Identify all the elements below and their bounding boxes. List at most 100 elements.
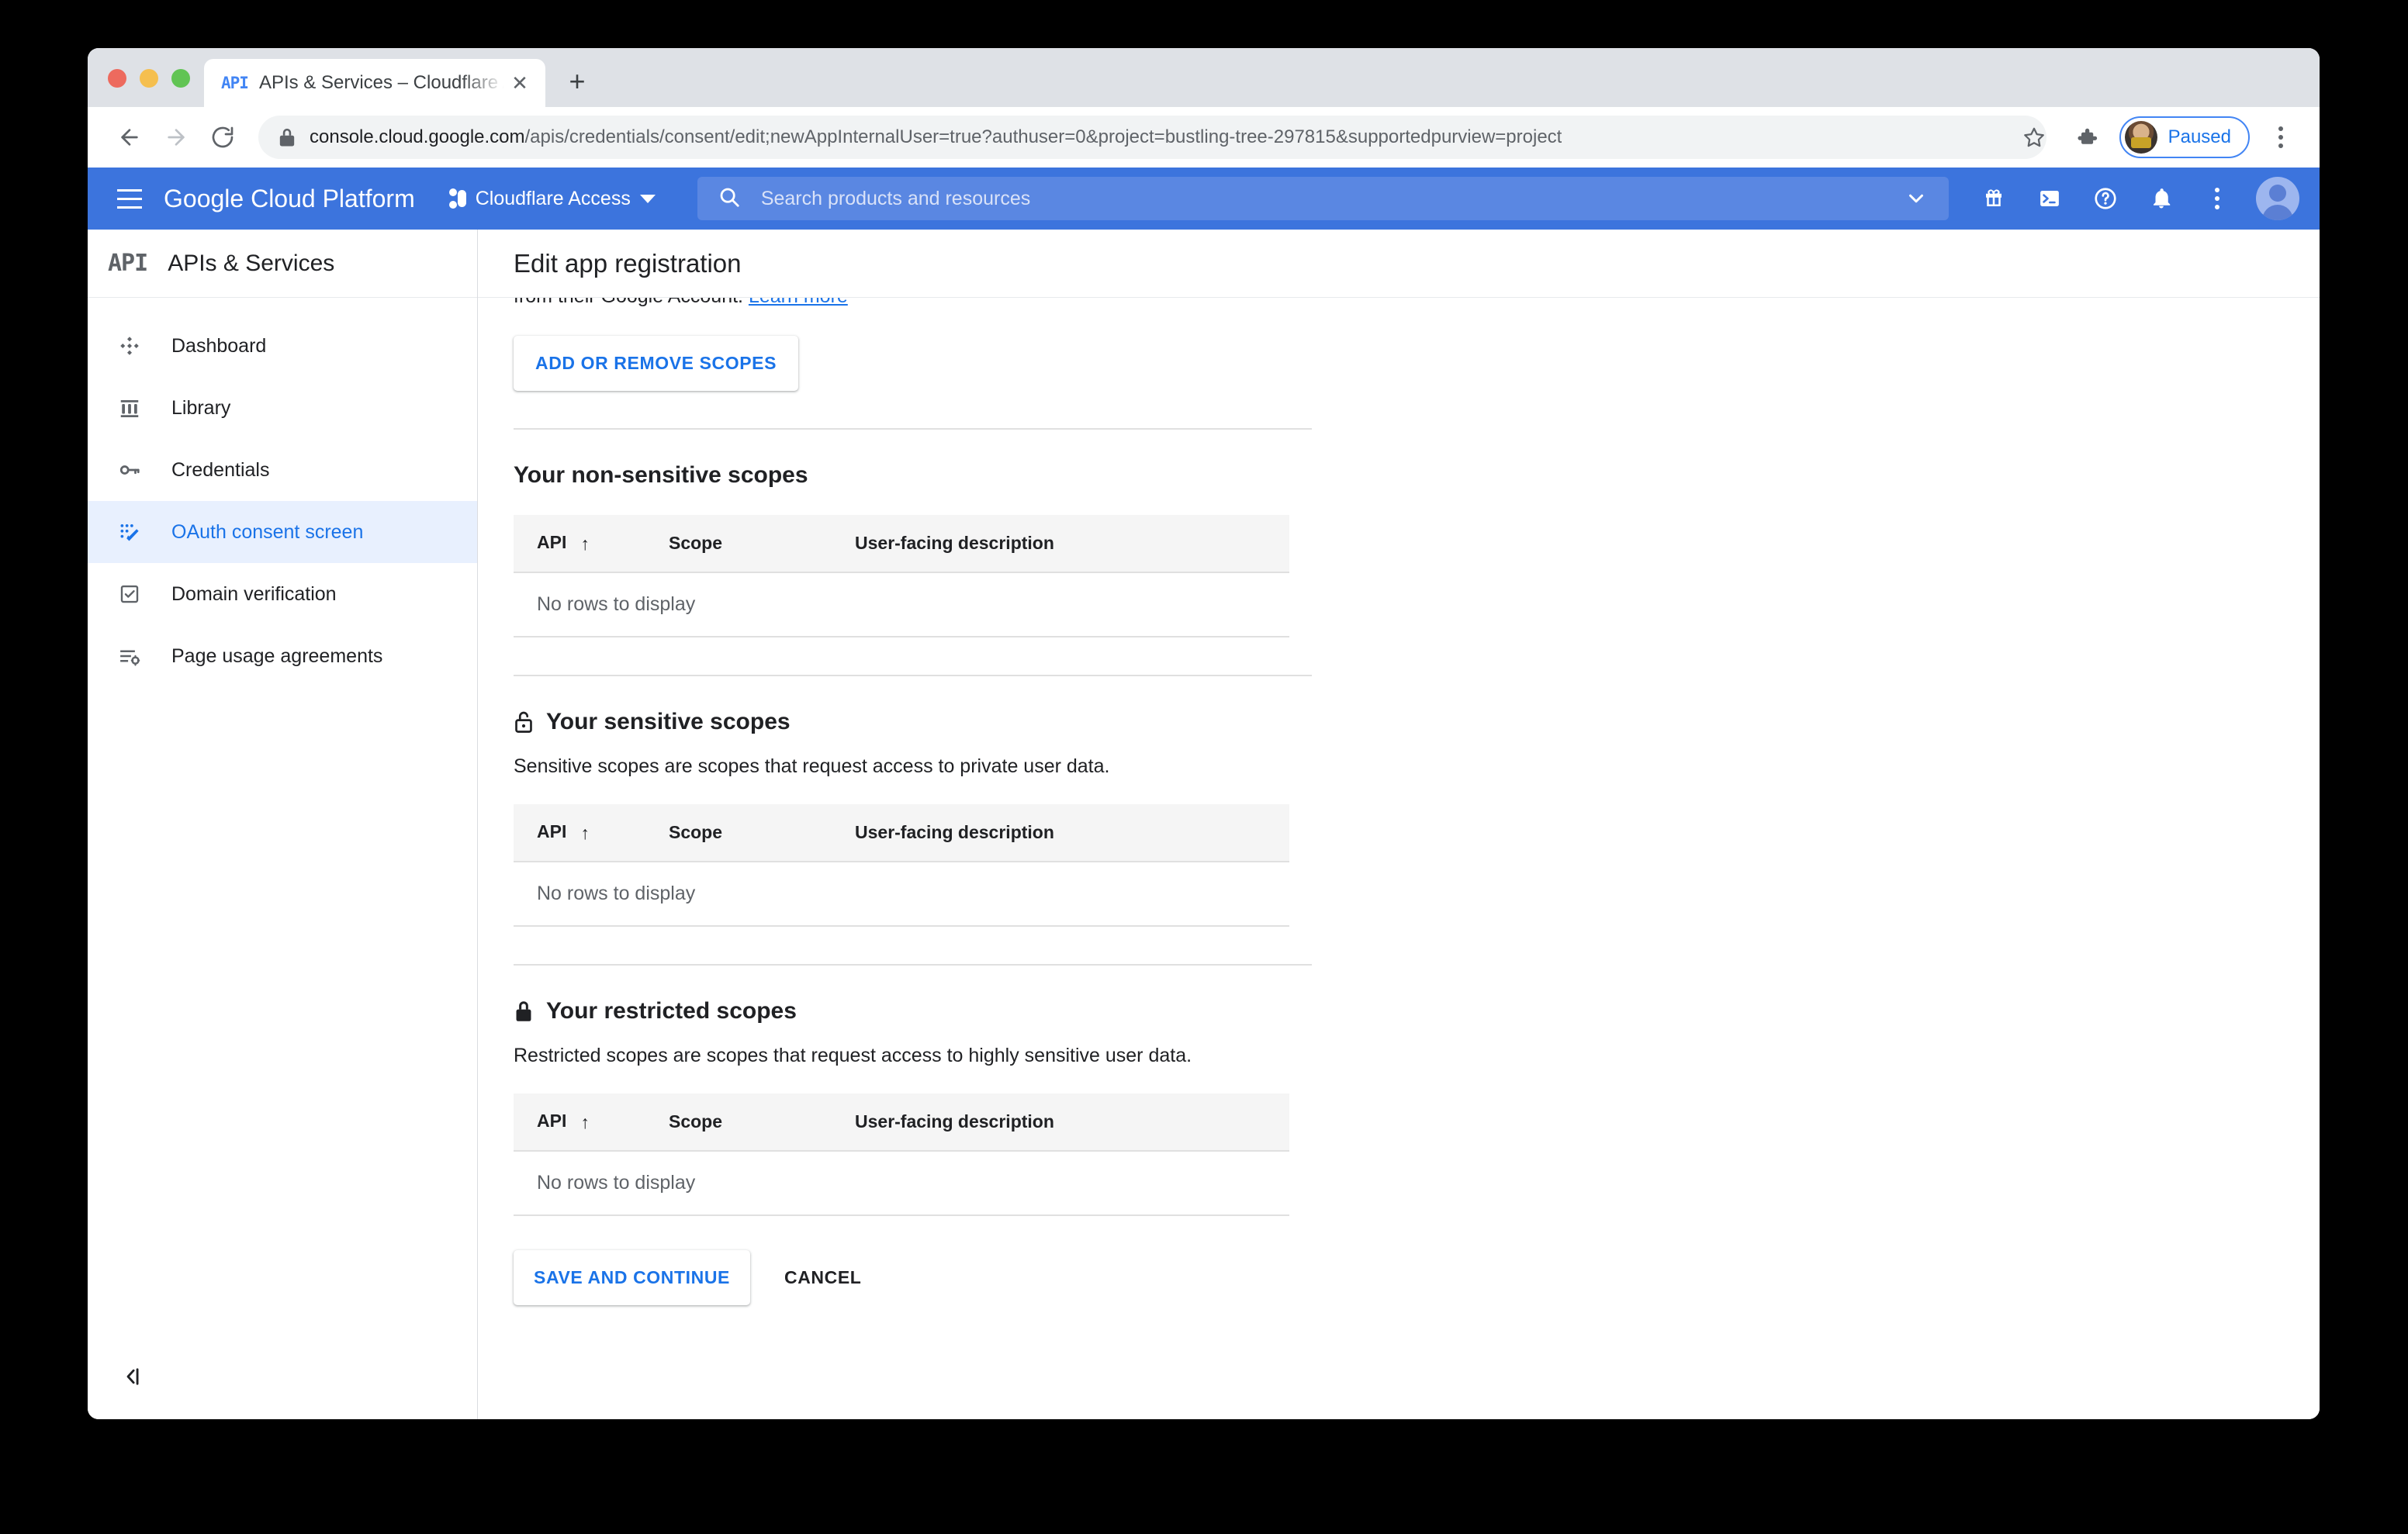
column-header-user-facing-description[interactable]: User-facing description: [855, 804, 1289, 862]
address-bar-url: console.cloud.google.com/apis/credential…: [310, 126, 1562, 148]
search-placeholder-text: Search products and resources: [760, 187, 1031, 209]
sort-ascending-icon[interactable]: ↑: [580, 1112, 590, 1133]
section-non-sensitive-scopes: Your non-sensitive scopes API ↑ Scope Use…: [514, 430, 2320, 637]
collapse-panel-icon[interactable]: [114, 1359, 150, 1394]
forward-arrow-icon: [154, 116, 198, 159]
sort-ascending-icon[interactable]: ↑: [580, 534, 590, 555]
project-selector[interactable]: Cloudflare Access: [441, 177, 663, 220]
maximize-window-button[interactable]: [171, 69, 190, 88]
help-question-icon[interactable]: [2088, 181, 2123, 216]
sidebar-item-credentials[interactable]: Credentials: [88, 439, 477, 501]
gift-icon[interactable]: [1977, 181, 2011, 216]
minimize-window-button[interactable]: [140, 69, 158, 88]
scroll-area[interactable]: from their Google Account. Learn more AD…: [478, 298, 2320, 1419]
table-header-row: API ↑ Scope User-facing description: [514, 515, 1289, 573]
column-header-api[interactable]: API ↑: [514, 1093, 669, 1152]
empty-message: No rows to display: [514, 862, 1289, 927]
table-empty-row: No rows to display: [514, 862, 1289, 927]
sidebar-nav: Dashboard Library Credentials OAuth cons…: [88, 298, 477, 1334]
add-or-remove-scopes-button[interactable]: ADD OR REMOVE SCOPES: [514, 336, 799, 391]
gcp-header-actions: [1977, 177, 2299, 220]
profile-paused-chip[interactable]: Paused: [2119, 116, 2250, 158]
sidebar-item-domain-verification[interactable]: Domain verification: [88, 563, 477, 625]
oauth-consent-icon: [114, 517, 145, 548]
section-heading-label: Your non-sensitive scopes: [514, 462, 808, 488]
column-header-api[interactable]: API ↑: [514, 804, 669, 862]
section-description: Restricted scopes are scopes that reques…: [514, 1045, 1192, 1066]
column-header-user-facing-description[interactable]: User-facing description: [855, 1093, 1289, 1152]
app-body: API APIs & Services Dashboard Library Cr…: [88, 230, 2320, 1419]
site-security-padlock-icon[interactable]: [279, 127, 296, 147]
learn-more-link[interactable]: Learn more: [749, 298, 848, 307]
gcp-more-menu-icon[interactable]: [2200, 181, 2234, 216]
close-window-button[interactable]: [108, 69, 126, 88]
sidebar-item-label: Domain verification: [171, 582, 337, 605]
notifications-bell-icon[interactable]: [2144, 181, 2178, 216]
description-fragment: from their Google Account.: [514, 298, 743, 307]
back-arrow-icon[interactable]: [108, 116, 151, 159]
empty-message: No rows to display: [514, 1151, 1289, 1216]
browser-tab[interactable]: API APIs & Services – Cloudflare Ac ✕: [204, 59, 545, 107]
sidebar-item-page-usage-agreements[interactable]: Page usage agreements: [88, 625, 477, 687]
section-description: Sensitive scopes are scopes that request…: [514, 755, 1110, 777]
sidebar-footer: [88, 1334, 477, 1419]
sidebar-header: API APIs & Services: [88, 230, 477, 298]
section-heading: Your sensitive scopes: [514, 709, 2320, 735]
gcp-brand-title[interactable]: Google Cloud Platform: [164, 185, 415, 213]
sidebar-item-dashboard[interactable]: Dashboard: [88, 315, 477, 377]
table-header-row: API ↑ Scope User-facing description: [514, 1093, 1289, 1152]
column-header-scope[interactable]: Scope: [669, 515, 855, 573]
unlocked-padlock-icon: [514, 710, 534, 734]
page-title: Edit app registration: [514, 248, 742, 278]
sort-ascending-icon[interactable]: ↑: [580, 823, 590, 844]
page-usage-icon: [114, 641, 145, 672]
section-heading: Your restricted scopes: [514, 998, 2320, 1024]
address-bar[interactable]: console.cloud.google.com/apis/credential…: [258, 116, 2046, 159]
column-header-scope[interactable]: Scope: [669, 1093, 855, 1152]
new-tab-button[interactable]: +: [556, 60, 598, 102]
account-avatar-icon[interactable]: [2256, 177, 2299, 220]
hamburger-menu-icon[interactable]: [106, 175, 153, 222]
column-header-api[interactable]: API ↑: [514, 515, 669, 573]
save-and-continue-button[interactable]: SAVE AND CONTINUE: [514, 1250, 750, 1305]
sidebar-item-library[interactable]: Library: [88, 377, 477, 439]
tab-favicon-icon: API: [221, 74, 249, 92]
table-empty-row: No rows to display: [514, 572, 1289, 637]
table-header-row: API ↑ Scope User-facing description: [514, 804, 1289, 862]
empty-message: No rows to display: [514, 572, 1289, 637]
sidebar-product-title: APIs & Services: [168, 250, 335, 276]
star-icon[interactable]: [2014, 117, 2054, 157]
close-tab-icon[interactable]: ✕: [507, 70, 533, 96]
section-heading-label: Your sensitive scopes: [546, 709, 791, 734]
browser-menu-icon[interactable]: [2261, 117, 2301, 157]
profile-status-label: Paused: [2168, 126, 2231, 147]
cancel-button[interactable]: CANCEL: [764, 1250, 881, 1305]
search-expand-chevron-down-icon[interactable]: [1896, 178, 1936, 219]
sidebar-item-label: OAuth consent screen: [171, 520, 364, 543]
section-heading-label: Your restricted scopes: [546, 998, 797, 1024]
content-header: Edit app registration: [478, 230, 2320, 298]
window-traffic-lights: [108, 69, 190, 88]
checkbox-icon: [114, 579, 145, 610]
browser-window: API APIs & Services – Cloudflare Ac ✕ + …: [88, 48, 2320, 1419]
form-actions: SAVE AND CONTINUE CANCEL: [514, 1250, 2320, 1305]
table-empty-row: No rows to display: [514, 1151, 1289, 1216]
search-icon: [718, 185, 741, 212]
cloud-shell-terminal-icon[interactable]: [2033, 181, 2067, 216]
sidebar-item-label: Dashboard: [171, 334, 267, 357]
browser-toolbar: console.cloud.google.com/apis/credential…: [88, 107, 2320, 168]
avatar: [2124, 121, 2157, 154]
puzzle-piece-icon[interactable]: [2067, 117, 2107, 157]
restricted-scopes-table: API ↑ Scope User-facing description No ro…: [514, 1093, 1289, 1216]
reload-icon[interactable]: [201, 116, 244, 159]
search-input[interactable]: Search products and resources: [697, 177, 1949, 220]
project-name-label: Cloudflare Access: [475, 187, 631, 209]
content-area: Edit app registration from their Google …: [478, 230, 2320, 1419]
sidebar-item-oauth-consent-screen[interactable]: OAuth consent screen: [88, 501, 477, 563]
tab-title: APIs & Services – Cloudflare Ac: [258, 72, 507, 93]
column-header-user-facing-description[interactable]: User-facing description: [855, 515, 1289, 573]
non-sensitive-scopes-table: API ↑ Scope User-facing description No ro…: [514, 515, 1289, 637]
api-product-icon: API: [108, 250, 148, 277]
column-header-scope[interactable]: Scope: [669, 804, 855, 862]
section-sensitive-scopes: Your sensitive scopes Sensitive scopes a…: [514, 676, 2320, 927]
